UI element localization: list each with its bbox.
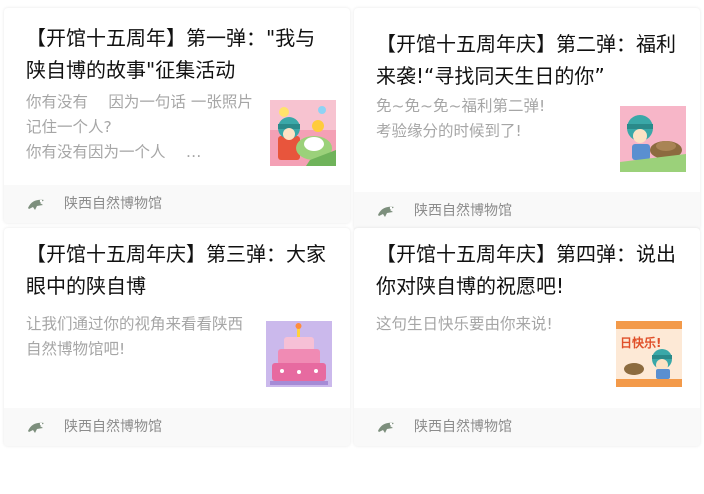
article-description: 这句生日快乐要由你来说! xyxy=(376,315,553,333)
article-source-bar: 陕西自然博物馆 xyxy=(4,408,350,446)
article-card-3[interactable]: 【开馆十五周年庆】第三弹：大家眼中的陕自博 让我们通过你的视角来看看陕西自然博物… xyxy=(4,228,350,446)
article-description: 你有没有 因为一句话 一张照片 记住一个人? 你有没有因为一个人 … xyxy=(26,93,253,161)
article-source-bar: 陕西自然博物馆 xyxy=(354,408,700,446)
article-card-2[interactable]: 【开馆十五周年庆】第二弹：福利来袭!“寻找同天生日的你” 免~免~免~福利第二弹… xyxy=(354,8,700,230)
article-description: 免~免~免~福利第二弹! 考验缘分的时候到了! xyxy=(376,97,546,140)
cartoon-pink-thumbnail[interactable] xyxy=(620,106,686,172)
article-description: 让我们通过你的视角来看看陕西自然博物馆吧! xyxy=(26,315,244,358)
article-source-name: 陕西自然博物馆 xyxy=(64,419,162,435)
article-source-name: 陕西自然博物馆 xyxy=(64,196,162,212)
article-title[interactable]: 【开馆十五周年庆】第三弹：大家眼中的陕自博 xyxy=(26,238,332,302)
article-source-bar: 陕西自然博物馆 xyxy=(4,185,350,223)
article-source-name: 陕西自然博物馆 xyxy=(414,419,512,435)
birthday-cake-thumbnail[interactable] xyxy=(266,321,332,387)
birthday-greeting-thumbnail[interactable]: 日快乐! xyxy=(616,321,682,387)
article-source-bar: 陕西自然博物馆 xyxy=(354,192,700,230)
article-source-name: 陕西自然博物馆 xyxy=(414,203,512,219)
article-title[interactable]: 【开馆十五周年】第一弹："我与陕自博的故事"征集活动 xyxy=(26,22,332,86)
article-title[interactable]: 【开馆十五周年庆】第四弹：说出你对陕自博的祝愿吧! xyxy=(376,238,682,302)
museum-logo-icon xyxy=(28,422,44,433)
museum-logo-icon xyxy=(378,422,394,433)
museum-logo-icon xyxy=(378,206,394,217)
article-card-1[interactable]: 【开馆十五周年】第一弹："我与陕自博的故事"征集活动 你有没有 因为一句话 一张… xyxy=(4,8,350,223)
thumbnail-caption: 日快乐! xyxy=(620,335,661,350)
article-card-4[interactable]: 【开馆十五周年庆】第四弹：说出你对陕自博的祝愿吧! 这句生日快乐要由你来说! 日… xyxy=(354,228,700,446)
cartoon-celebration-thumbnail[interactable] xyxy=(270,100,336,166)
article-title[interactable]: 【开馆十五周年庆】第二弹：福利来袭!“寻找同天生日的你” xyxy=(376,28,682,92)
museum-logo-icon xyxy=(28,199,44,210)
